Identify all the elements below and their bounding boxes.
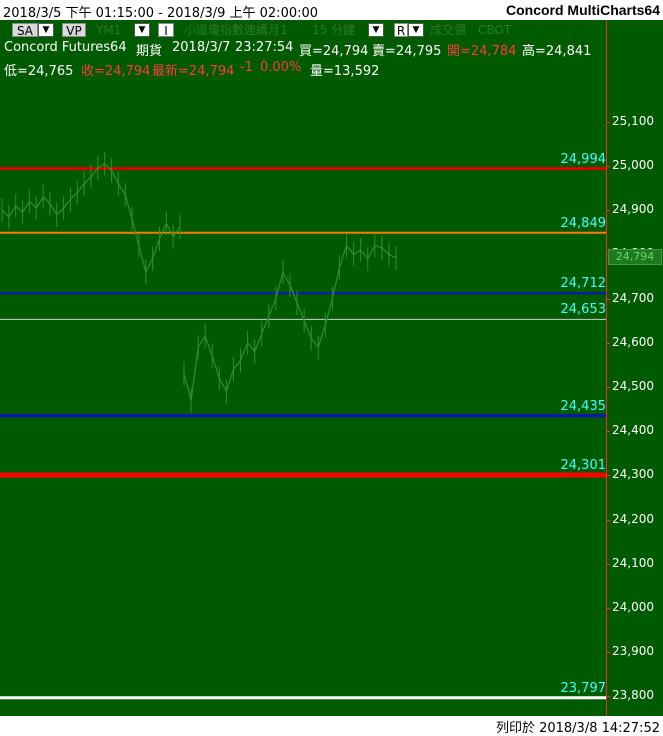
y-tick-mark bbox=[606, 652, 610, 654]
y-tick-mark bbox=[606, 563, 610, 565]
y-tick-mark bbox=[606, 121, 610, 123]
quote-last: 最新=24,794 bbox=[152, 64, 235, 79]
quote-close: 收=24,794 bbox=[81, 64, 151, 79]
quote-bid: 買=24,794 bbox=[299, 44, 369, 59]
sa-button[interactable]: SA bbox=[12, 23, 38, 38]
quote-volume: 量=13,592 bbox=[310, 64, 380, 79]
y-tick-mark bbox=[606, 519, 610, 521]
printed-timestamp: 列印於 2018/3/8 14:27:52 bbox=[495, 721, 660, 736]
level-label: 23,797 bbox=[560, 680, 607, 696]
level-label: 24,994 bbox=[560, 151, 607, 167]
price-plot[interactable] bbox=[0, 20, 606, 716]
r-dropdown-icon[interactable]: ▼ bbox=[408, 23, 424, 37]
quote-high: 高=24,841 bbox=[522, 44, 592, 59]
y-tick-label: 25,100 bbox=[612, 113, 654, 128]
level-label: 24,301 bbox=[560, 457, 607, 473]
contract-name: 小道瓊指數連續月1 bbox=[184, 23, 288, 37]
symbol-label: YM1 bbox=[96, 23, 122, 37]
y-tick-mark bbox=[606, 166, 610, 167]
window-title-bar: 2018/3/5 下午 01:15:00 - 2018/3/9 上午 02:00… bbox=[0, 0, 663, 21]
level-label: 24,435 bbox=[560, 398, 607, 414]
y-tick-label: 24,100 bbox=[612, 555, 654, 570]
date-range: 2018/3/5 下午 01:15:00 - 2018/3/9 上午 02:00… bbox=[3, 6, 319, 21]
level-label: 24,712 bbox=[560, 276, 607, 292]
quote-change: -1 bbox=[240, 60, 253, 75]
y-tick-label: 23,900 bbox=[612, 644, 654, 659]
y-tick-mark bbox=[606, 387, 610, 388]
sa-dropdown-icon[interactable]: ▼ bbox=[38, 23, 54, 37]
y-tick-mark bbox=[606, 298, 610, 300]
level-label: 24,653 bbox=[560, 302, 607, 318]
y-tick-mark bbox=[606, 342, 610, 344]
vp-button[interactable]: VP bbox=[62, 23, 86, 38]
level-label: 24,849 bbox=[560, 215, 607, 231]
y-tick-label: 24,700 bbox=[612, 290, 654, 305]
y-tick-label: 24,400 bbox=[612, 423, 654, 438]
quote-date: 2018/3/7 bbox=[172, 40, 231, 55]
chart-area[interactable]: SA ▼ VP YM1 ▼ I 小道瓊指數連續月1 15 分鐘 ▼ R ▼ 成交… bbox=[0, 20, 663, 716]
y-tick-mark bbox=[606, 696, 610, 698]
interval-dropdown-icon[interactable]: ▼ bbox=[368, 23, 384, 37]
symbol-dropdown-icon[interactable]: ▼ bbox=[134, 23, 150, 37]
quote-time: 23:27:54 bbox=[235, 40, 294, 55]
exchange-label: CBOT bbox=[478, 23, 512, 37]
y-tick-label: 24,500 bbox=[612, 379, 654, 393]
quote-source: Concord Futures64 bbox=[4, 40, 127, 55]
current-price-tag: 24,794 bbox=[608, 249, 662, 266]
price-series-line bbox=[183, 244, 397, 401]
y-tick-label: 24,300 bbox=[612, 467, 654, 482]
quote-change-pct: 0.00% bbox=[260, 60, 302, 75]
quote-ask: 賣=24,795 bbox=[372, 44, 442, 59]
app-title: Concord MultiCharts64 bbox=[505, 2, 660, 18]
y-tick-label: 25,000 bbox=[612, 158, 654, 172]
y-tick-label: 24,900 bbox=[612, 202, 654, 217]
interval-label: 15 分鐘 bbox=[312, 23, 356, 37]
footer: 列印於 2018/3/8 14:27:52 bbox=[0, 716, 663, 736]
y-tick-label: 24,600 bbox=[612, 334, 654, 349]
y-tick-label: 24,200 bbox=[612, 511, 654, 526]
y-tick-mark bbox=[606, 475, 610, 477]
quote-open: 開=24,784 bbox=[447, 44, 517, 59]
quote-kind: 期貨 bbox=[136, 44, 163, 59]
data-type-label: 成交價 bbox=[430, 23, 467, 37]
y-tick-mark bbox=[606, 608, 610, 609]
y-tick-label: 23,800 bbox=[612, 688, 654, 703]
r-button[interactable]: R bbox=[394, 23, 408, 38]
y-tick-mark bbox=[606, 431, 610, 433]
indicator-button[interactable]: I bbox=[158, 23, 174, 38]
y-axis-border bbox=[606, 20, 607, 716]
y-tick-mark bbox=[606, 210, 610, 212]
quote-low: 低=24,765 bbox=[4, 64, 74, 79]
y-tick-label: 24,000 bbox=[612, 600, 654, 614]
